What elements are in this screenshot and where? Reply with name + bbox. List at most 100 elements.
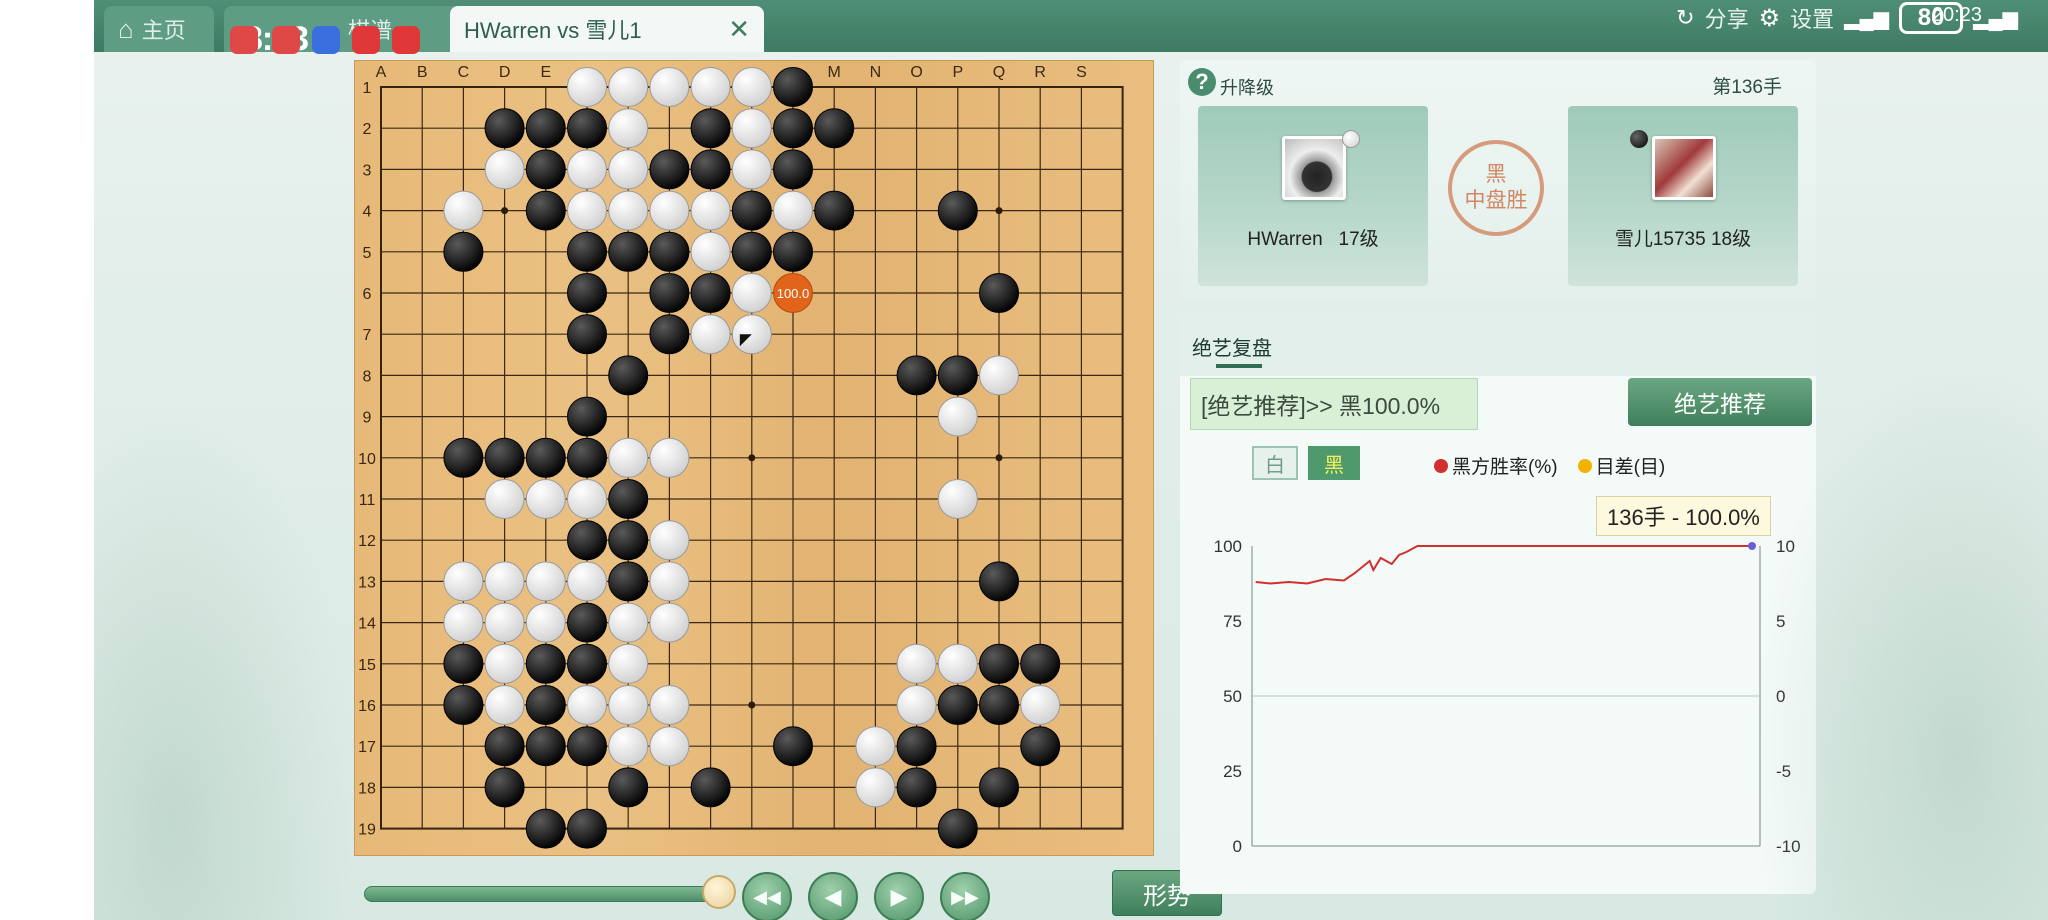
col-label: N bbox=[870, 64, 882, 81]
prev-move-button[interactable]: ◀ bbox=[808, 872, 858, 920]
black-stone bbox=[525, 685, 566, 725]
black-stone bbox=[979, 685, 1019, 725]
col-label: M bbox=[828, 64, 841, 81]
black-stone bbox=[896, 726, 937, 767]
black-stone bbox=[814, 190, 855, 231]
tab-game[interactable]: HWarren vs 雪儿1 ✕ bbox=[450, 6, 764, 52]
black-stone bbox=[690, 108, 731, 149]
black-stone bbox=[608, 231, 649, 272]
white-stone bbox=[896, 685, 937, 725]
white-stone bbox=[773, 190, 813, 231]
winrate-chart[interactable]: 10075502501050-5-10 bbox=[1180, 524, 1816, 894]
legend-margin[interactable]: 目差(目) bbox=[1577, 452, 1665, 479]
go-board[interactable]: A B C D E M N O P Q R S 1 2 3 4 5 6 7 8 9 10 11 12 13 14 15 16 17 18 1… bbox=[354, 60, 1154, 856]
white-stone bbox=[937, 643, 978, 684]
white-stone bbox=[649, 561, 690, 602]
tab-home[interactable]: ⌂ 主页 bbox=[104, 6, 214, 52]
white-stone bbox=[525, 479, 566, 519]
black-stone bbox=[896, 767, 937, 808]
y-tick-label: 25 bbox=[1223, 762, 1242, 781]
signal-icon: ▂▄▆ bbox=[1844, 7, 1890, 30]
row-label: 19 bbox=[358, 822, 376, 839]
white-stone bbox=[443, 190, 484, 231]
last-move-button[interactable]: ▶▶ bbox=[940, 872, 990, 920]
black-stone bbox=[937, 685, 978, 725]
app-window: ⌂ 主页 棋谱 ✕ HWarren vs 雪儿1 ✕ ↻ 分享 ⚙ 设置 ▂▄▆… bbox=[94, 0, 2048, 920]
black-stone bbox=[690, 767, 731, 808]
share-icon[interactable]: ↻ bbox=[1676, 5, 1694, 31]
black-stone bbox=[608, 561, 649, 602]
system-clock: 20:23 bbox=[1931, 4, 1982, 26]
row-label: 10 bbox=[358, 451, 376, 468]
tab-indicator bbox=[1216, 364, 1262, 368]
black-stone bbox=[567, 643, 607, 684]
white-stone bbox=[649, 726, 690, 767]
next-move-button[interactable]: ▶ bbox=[874, 872, 924, 920]
white-stone bbox=[567, 190, 607, 231]
winrate-line bbox=[1255, 545, 1752, 585]
white-toggle[interactable]: 白 bbox=[1252, 446, 1298, 480]
star-point bbox=[748, 454, 756, 462]
white-stone bbox=[608, 437, 649, 478]
ai-recommend-button[interactable]: 绝艺推荐 bbox=[1628, 378, 1812, 426]
row-label: 8 bbox=[363, 368, 372, 385]
recommendation-text: [绝艺推荐]>> 黑100.0% bbox=[1190, 378, 1478, 430]
white-stone bbox=[484, 643, 525, 684]
white-stone bbox=[443, 561, 484, 602]
white-stone bbox=[567, 149, 607, 190]
white-stone bbox=[649, 190, 690, 231]
black-stone bbox=[525, 437, 566, 478]
white-stone-icon bbox=[1342, 130, 1360, 148]
black-stone bbox=[814, 108, 855, 149]
move-slider-handle[interactable] bbox=[702, 875, 736, 909]
first-move-button[interactable]: ◀◀ bbox=[742, 872, 792, 920]
y2-tick-label: 0 bbox=[1776, 687, 1785, 706]
row-label: 6 bbox=[363, 286, 372, 303]
y-tick-label: 75 bbox=[1223, 612, 1242, 631]
white-stone bbox=[731, 108, 772, 149]
black-stone bbox=[525, 643, 566, 684]
black-stone bbox=[937, 355, 978, 396]
avatar[interactable] bbox=[1282, 136, 1346, 200]
white-stone bbox=[608, 602, 649, 643]
replay-controls: ◀◀ ◀ ▶ ▶▶ 形势 bbox=[364, 866, 1222, 920]
row-label: 15 bbox=[358, 657, 376, 674]
col-label: S bbox=[1076, 64, 1087, 81]
huawei-icon bbox=[392, 26, 420, 54]
white-stone bbox=[567, 67, 607, 107]
black-stone bbox=[443, 231, 484, 272]
player-card-right[interactable]: 雪儿15735 18级 bbox=[1568, 106, 1798, 286]
black-stone bbox=[1020, 643, 1061, 684]
legend-winrate[interactable]: 黑方胜率(%) bbox=[1434, 452, 1558, 479]
black-stone bbox=[896, 355, 937, 396]
black-stone bbox=[773, 108, 813, 149]
avatar[interactable] bbox=[1652, 136, 1716, 200]
white-stone bbox=[608, 190, 649, 231]
white-stone bbox=[690, 314, 731, 355]
white-stone bbox=[608, 67, 649, 107]
board-grid[interactable]: A B C D E M N O P Q R S1234567891011121314151617181… bbox=[355, 61, 1155, 857]
settings-label[interactable]: 设置 bbox=[1790, 2, 1834, 34]
white-stone bbox=[690, 67, 731, 107]
black-stone bbox=[649, 273, 690, 313]
black-stone bbox=[608, 355, 649, 396]
close-icon[interactable]: ✕ bbox=[728, 14, 750, 45]
gear-icon[interactable]: ⚙ bbox=[1759, 4, 1781, 33]
tab-ai-review[interactable]: 绝艺复盘 bbox=[1192, 332, 1272, 361]
white-stone bbox=[525, 561, 566, 602]
black-toggle[interactable]: 黑 bbox=[1308, 446, 1360, 480]
white-stone bbox=[937, 396, 978, 437]
player-card-left[interactable]: HWarren 17级 bbox=[1198, 106, 1428, 286]
black-stone bbox=[979, 561, 1019, 602]
game-info-panel: ? 升降级 第136手 HWarren 17级 黑 中盘胜 雪儿15735 18… bbox=[1180, 60, 1816, 300]
black-stone-icon bbox=[1630, 130, 1648, 148]
black-stone bbox=[1020, 726, 1061, 767]
share-label[interactable]: 分享 bbox=[1705, 2, 1749, 34]
row-label: 3 bbox=[363, 162, 372, 179]
help-icon[interactable]: ? bbox=[1188, 68, 1216, 96]
black-stone bbox=[937, 808, 978, 849]
star-point bbox=[748, 701, 756, 709]
move-slider[interactable] bbox=[364, 886, 714, 902]
current-move-point[interactable] bbox=[1748, 542, 1756, 550]
black-stone bbox=[567, 602, 607, 643]
